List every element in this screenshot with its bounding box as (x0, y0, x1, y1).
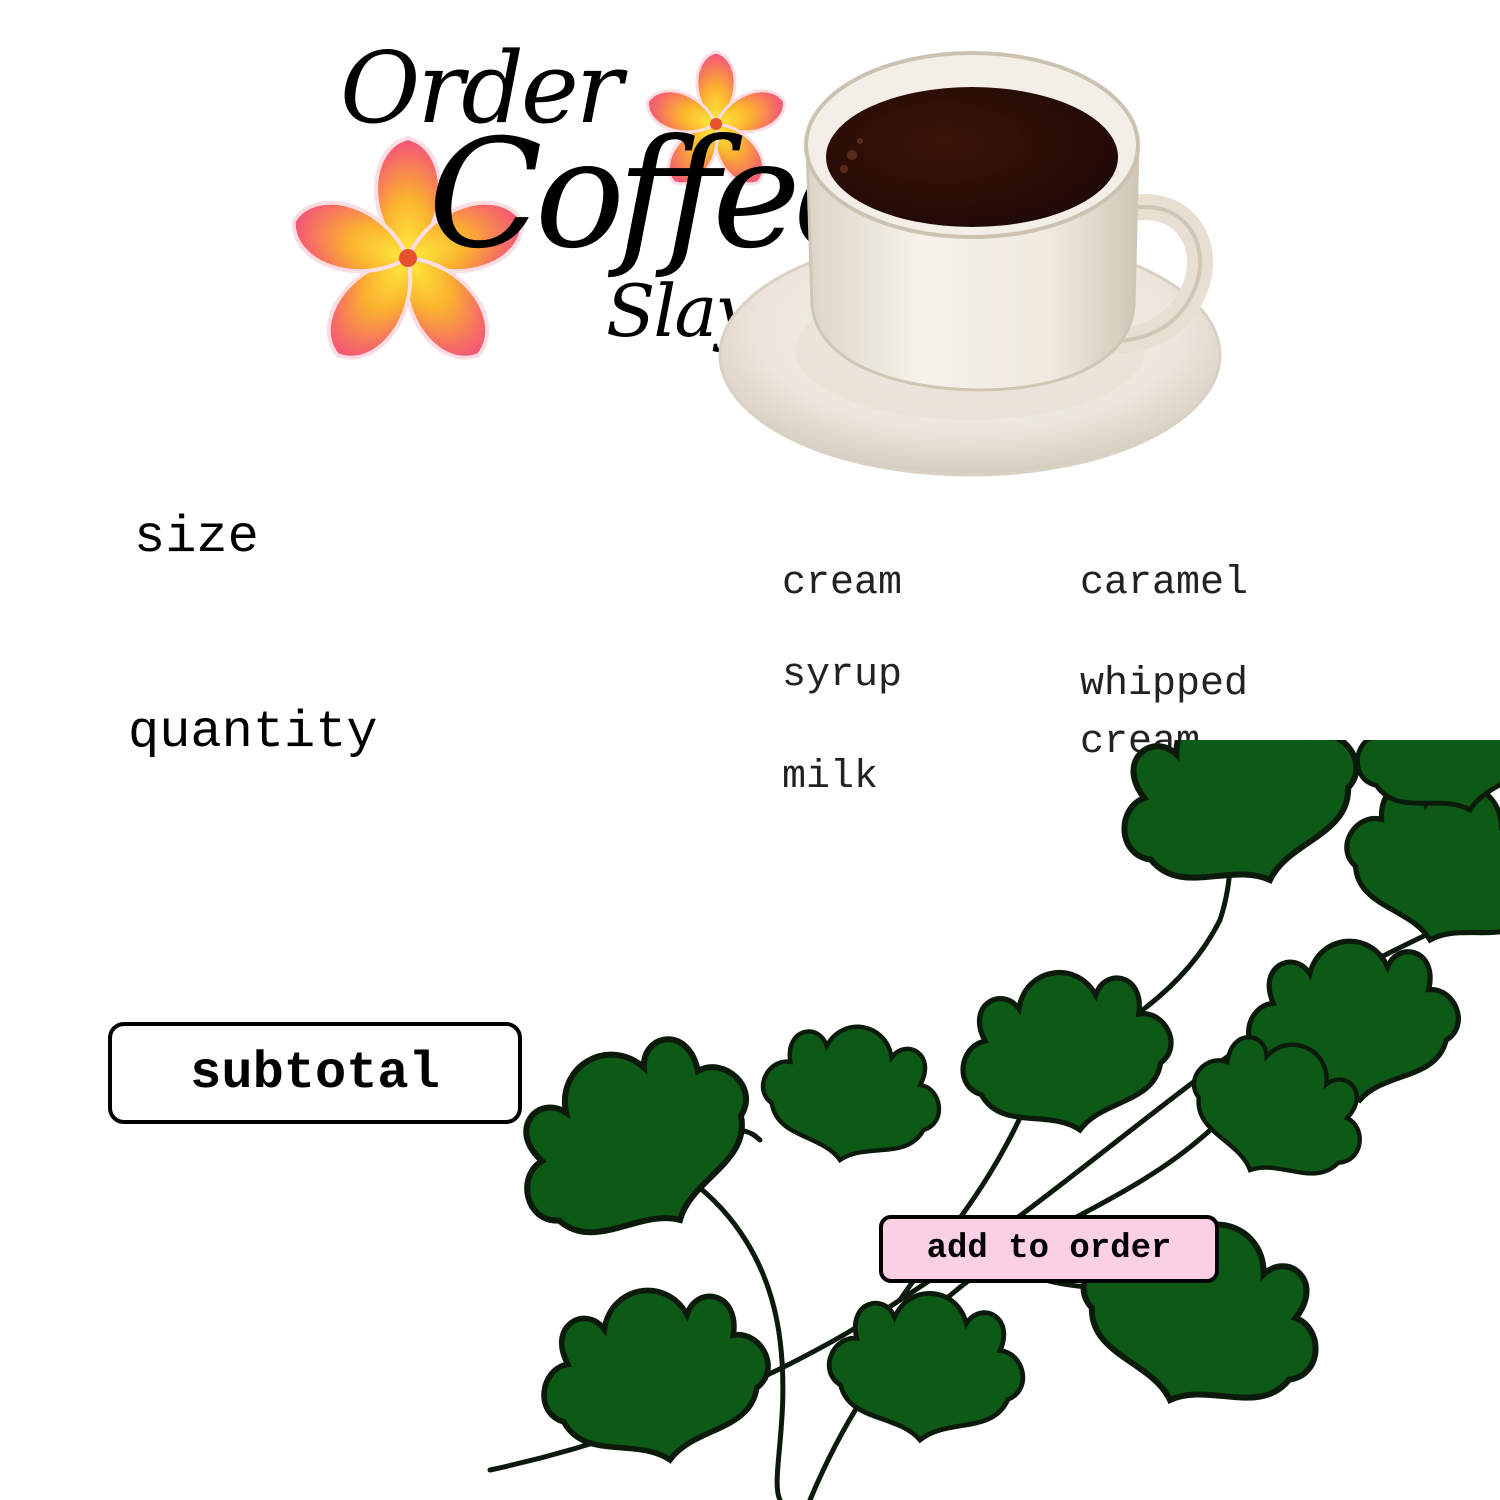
option-caramel[interactable]: caramel (1080, 564, 1248, 604)
subtotal-button[interactable]: subtotal (108, 1022, 522, 1124)
option-syrup[interactable]: syrup (782, 656, 902, 696)
option-cream[interactable]: cream (782, 564, 902, 604)
add-to-order-button[interactable]: add to order (879, 1215, 1219, 1283)
quantity-label: quantity (128, 703, 378, 762)
ivy-leaves-decoration (480, 740, 1500, 1500)
option-whipped-cream-line1: whipped (1080, 662, 1249, 707)
size-label: size (134, 508, 259, 567)
coffee-cup-icon (718, 51, 1222, 477)
